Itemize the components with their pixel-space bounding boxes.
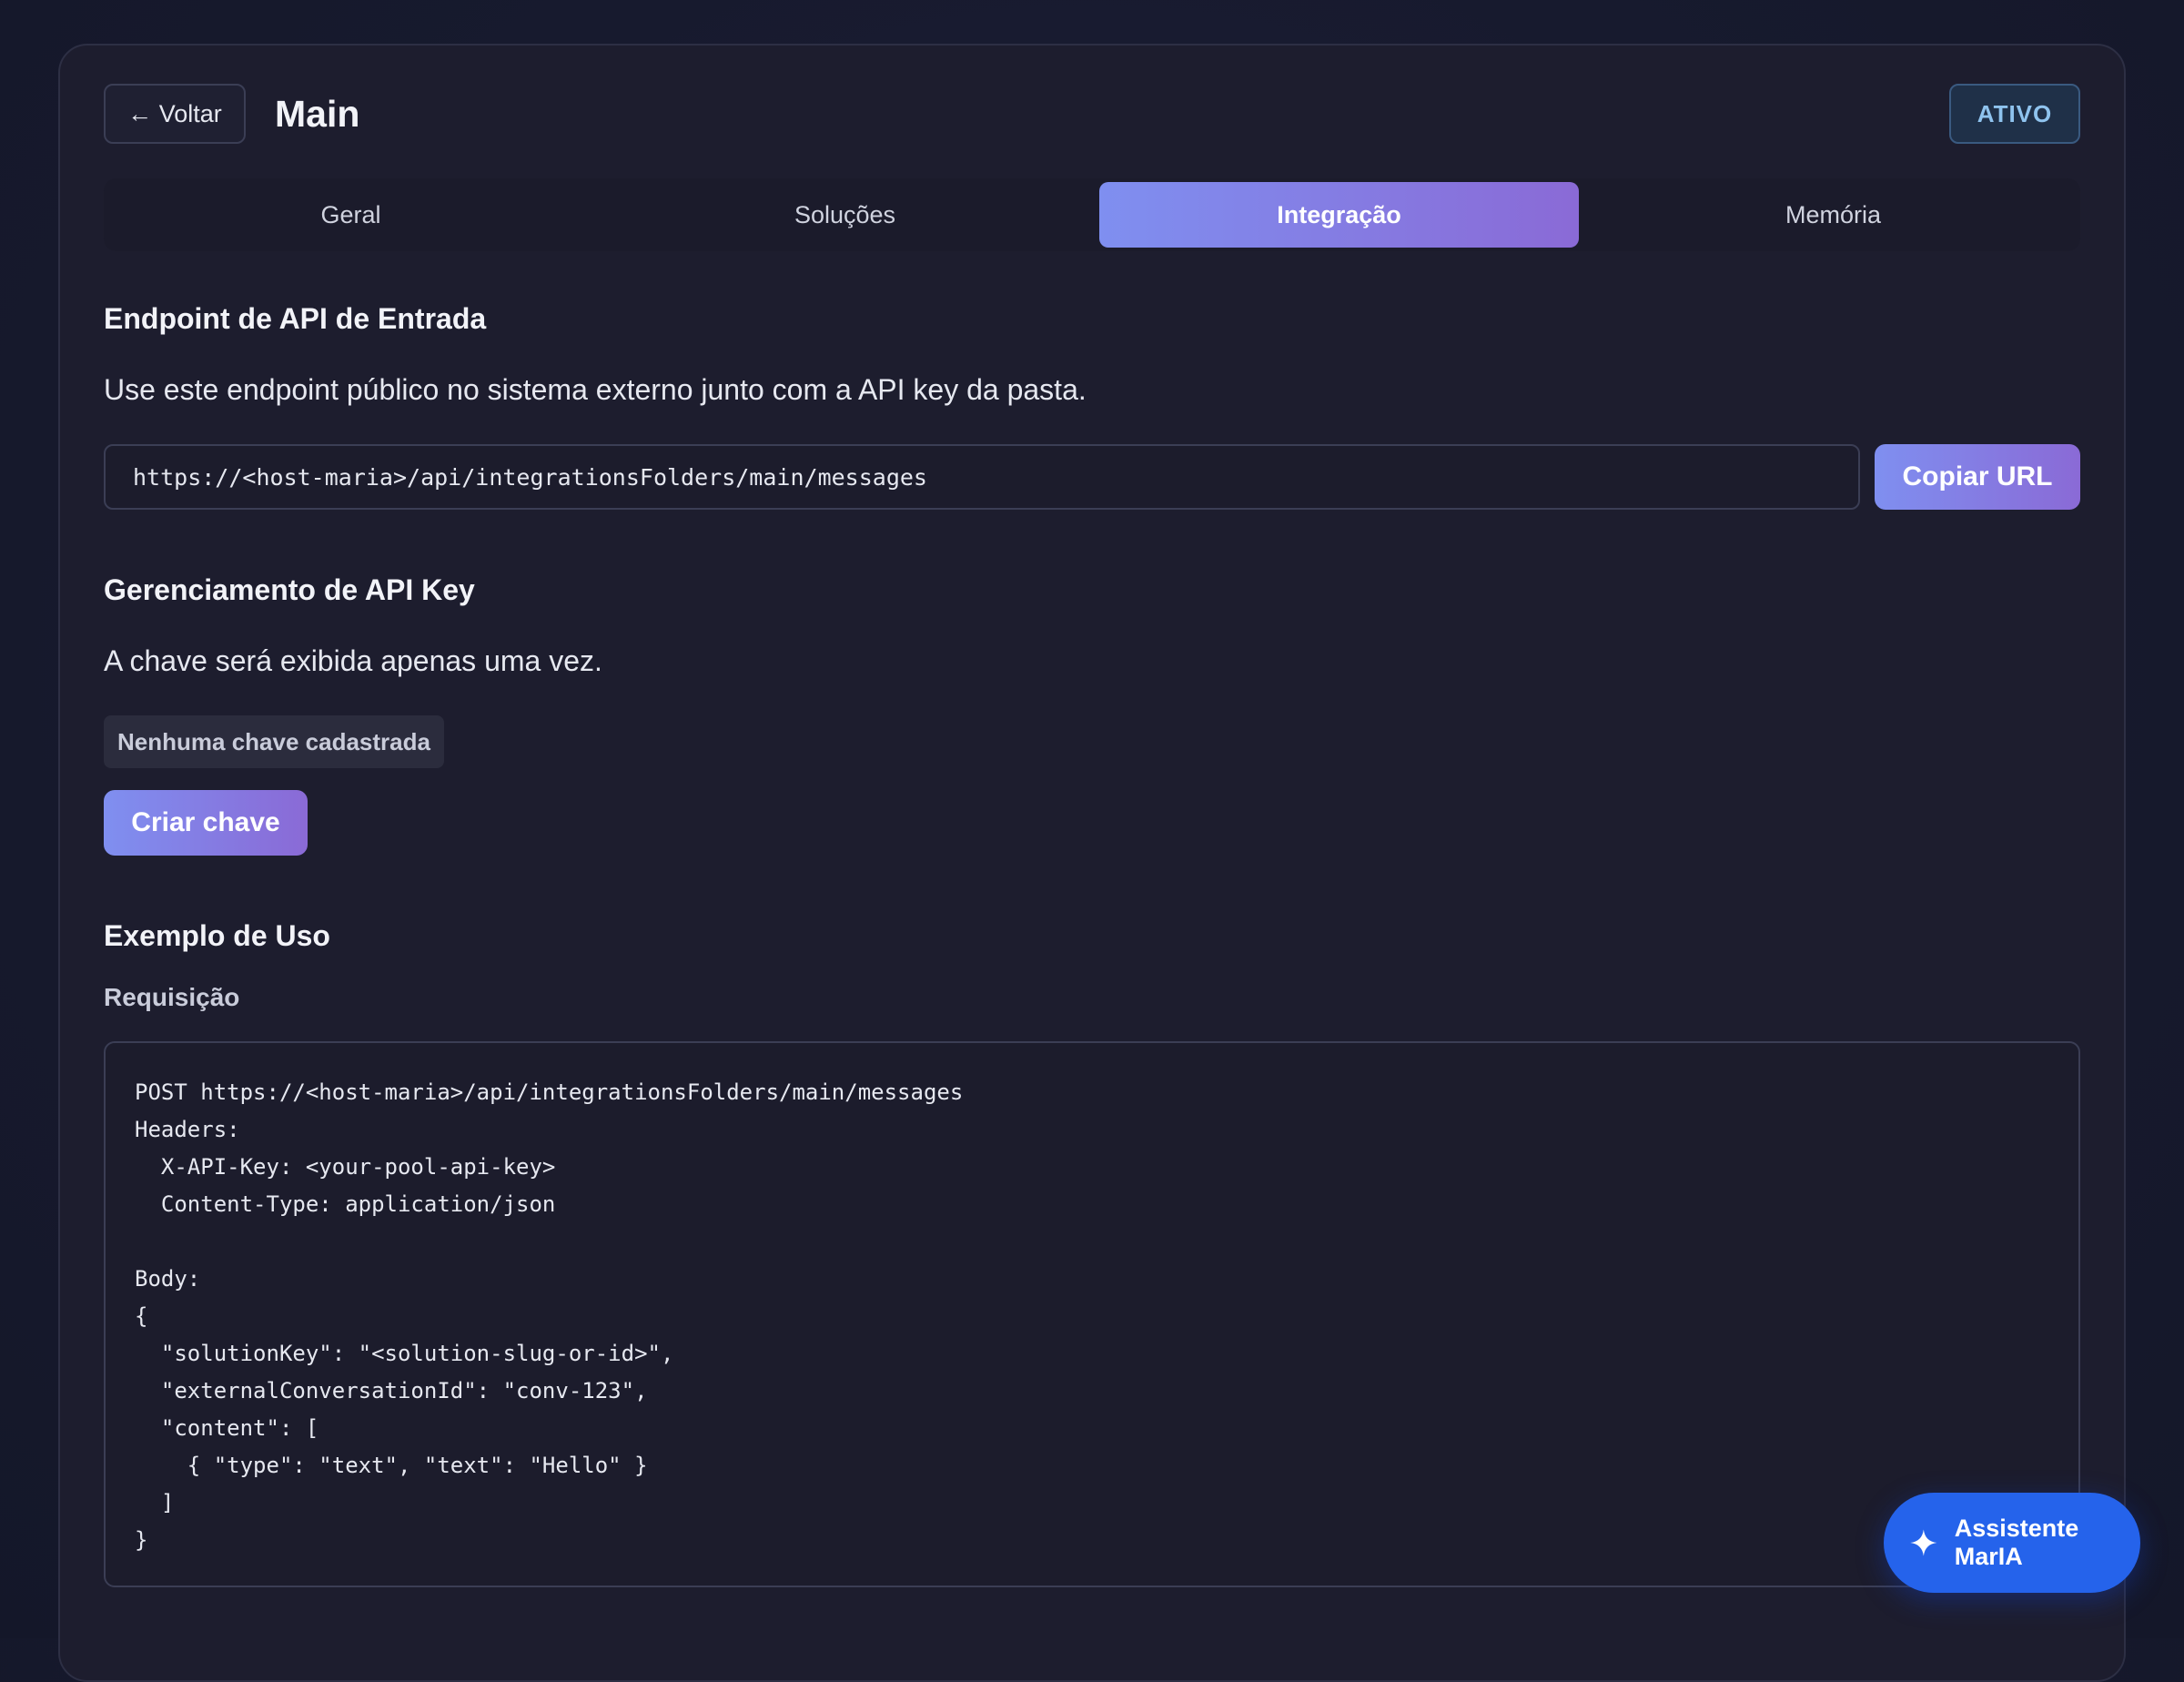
tab-bar: Geral Soluções Integração Memória: [104, 178, 2080, 251]
tab-geral[interactable]: Geral: [111, 182, 591, 248]
code-line: Body:: [135, 1266, 201, 1292]
code-line: }: [135, 1527, 148, 1553]
tab-memoria[interactable]: Memória: [1593, 182, 2073, 248]
endpoint-url-field[interactable]: https://<host-maria>/api/integrationsFol…: [104, 444, 1860, 510]
code-line: "content": [: [135, 1415, 319, 1441]
endpoint-section-title: Endpoint de API de Entrada: [104, 302, 487, 335]
code-line: "solutionKey": "<solution-slug-or-id>",: [135, 1341, 674, 1366]
api-key-section-title: Gerenciamento de API Key: [104, 573, 475, 606]
code-line: X-API-Key: <your-pool-api-key>: [135, 1154, 556, 1180]
assistant-button[interactable]: Assistente MarIA: [1884, 1493, 2140, 1593]
tab-solucoes[interactable]: Soluções: [605, 182, 1085, 248]
code-line: {: [135, 1303, 148, 1329]
code-line: "externalConversationId": "conv-123",: [135, 1378, 648, 1403]
api-key-status-chip: Nenhuma chave cadastrada: [104, 715, 444, 768]
copy-url-button[interactable]: Copiar URL: [1875, 444, 2080, 510]
assistant-label: Assistente MarIA: [1954, 1515, 2079, 1570]
integration-card: ← Voltar Main ATIVO Geral Soluções Integ…: [58, 44, 2126, 1682]
request-label: Requisição: [104, 983, 240, 1011]
code-line: { "type": "text", "text": "Hello" }: [135, 1453, 648, 1478]
sparkle-icon: [1910, 1529, 1937, 1556]
page-title: Main: [275, 93, 360, 135]
request-code-block: POST https://<host-maria>/api/integratio…: [104, 1041, 2080, 1587]
page-header: ← Voltar Main ATIVO: [104, 84, 2080, 144]
code-line: Content-Type: application/json: [135, 1191, 556, 1217]
api-key-description: A chave será exibida apenas uma vez.: [104, 644, 602, 677]
back-button[interactable]: ← Voltar: [104, 84, 246, 144]
code-line: Headers:: [135, 1117, 240, 1142]
endpoint-description: Use este endpoint público no sistema ext…: [104, 373, 1087, 406]
example-section-title: Exemplo de Uso: [104, 919, 330, 952]
tab-integracao[interactable]: Integração: [1099, 182, 1579, 248]
create-key-button[interactable]: Criar chave: [104, 790, 308, 856]
code-line: ]: [135, 1490, 175, 1515]
status-badge: ATIVO: [1949, 84, 2080, 144]
code-line: POST https://<host-maria>/api/integratio…: [135, 1079, 964, 1105]
